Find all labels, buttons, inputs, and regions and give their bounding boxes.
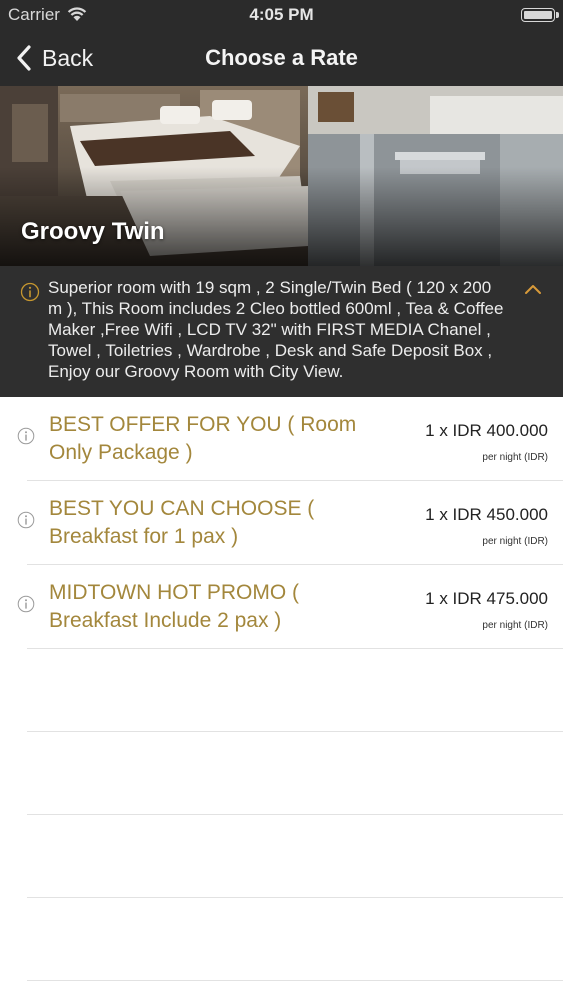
rate-title: MIDTOWN HOT PROMO ( Breakfast Include 2 … bbox=[49, 581, 300, 632]
rate-unit-label: per night (IDR) bbox=[482, 452, 548, 463]
room-description-panel: Superior room with 19 sqm , 2 Single/Twi… bbox=[0, 266, 563, 397]
empty-row bbox=[27, 898, 563, 981]
room-name: Groovy Twin bbox=[21, 218, 165, 245]
empty-row bbox=[27, 649, 563, 732]
battery-icon bbox=[521, 8, 559, 22]
rate-row[interactable]: BEST OFFER FOR YOU ( Room Only Package )… bbox=[17, 397, 563, 481]
rate-price: 1 x IDR 450.000 bbox=[425, 505, 548, 524]
chevron-up-icon[interactable] bbox=[523, 282, 543, 296]
room-description: Superior room with 19 sqm , 2 Single/Twi… bbox=[48, 278, 504, 381]
room-photo: Groovy Twin bbox=[0, 86, 563, 266]
status-time: 4:05 PM bbox=[249, 5, 314, 24]
info-icon[interactable] bbox=[17, 427, 35, 445]
empty-row bbox=[27, 732, 563, 815]
rate-title: BEST OFFER FOR YOU ( Room Only Package ) bbox=[49, 413, 357, 464]
navigation-bar: Back Choose a Rate bbox=[0, 30, 563, 86]
rate-row[interactable]: BEST YOU CAN CHOOSE ( Breakfast for 1 pa… bbox=[17, 481, 563, 565]
info-icon bbox=[20, 282, 40, 302]
rate-price: 1 x IDR 475.000 bbox=[425, 589, 548, 608]
info-icon[interactable] bbox=[17, 595, 35, 613]
rate-list: BEST OFFER FOR YOU ( Room Only Package )… bbox=[0, 397, 563, 981]
rate-row[interactable]: MIDTOWN HOT PROMO ( Breakfast Include 2 … bbox=[17, 565, 563, 649]
page-title: Choose a Rate bbox=[205, 45, 358, 70]
rate-title: BEST YOU CAN CHOOSE ( Breakfast for 1 pa… bbox=[49, 497, 315, 548]
rate-unit-label: per night (IDR) bbox=[482, 536, 548, 547]
status-bar: Carrier 4:05 PM bbox=[0, 0, 563, 30]
rate-price: 1 x IDR 400.000 bbox=[425, 421, 548, 440]
rate-unit-label: per night (IDR) bbox=[482, 620, 548, 631]
info-icon[interactable] bbox=[17, 511, 35, 529]
empty-row bbox=[27, 815, 563, 898]
